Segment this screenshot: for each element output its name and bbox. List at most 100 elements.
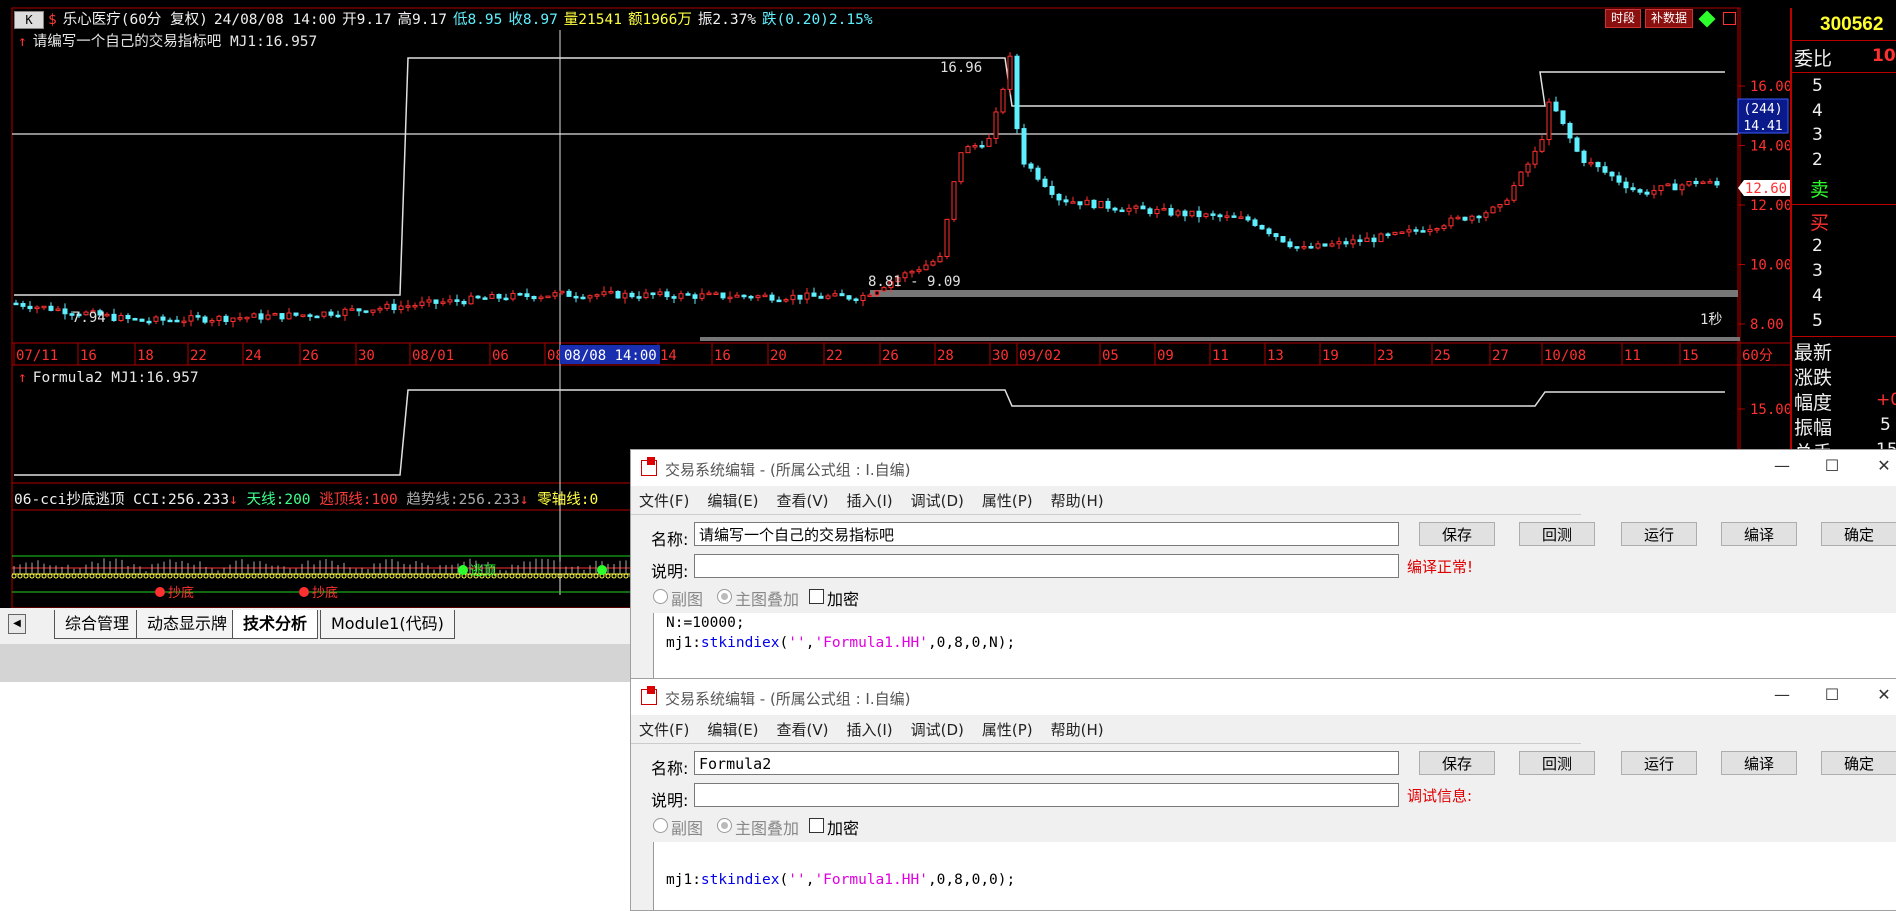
dialog-title-bar[interactable]: 交易系统编辑 - (所属公式组 : I.自编) — ☐ ✕: [631, 679, 1896, 715]
menu-properties[interactable]: 属性(P): [982, 492, 1033, 510]
range-value: +0: [1876, 390, 1896, 410]
k-period-button[interactable]: K: [14, 11, 44, 29]
code-editor[interactable]: mj1:stkindiex('','Formula1.HH',0,8,0,0);: [653, 842, 1896, 910]
menu-debug[interactable]: 调试(D): [911, 721, 964, 739]
cci-escape-line: 逃顶线:100: [319, 492, 398, 508]
candle-down: [636, 296, 642, 299]
menu-file[interactable]: 文件(F): [639, 492, 689, 510]
cci-dot: [275, 573, 281, 579]
tab-general[interactable]: 综合管理: [54, 610, 141, 639]
close-icon[interactable]: ✕: [1869, 685, 1896, 704]
ok-button[interactable]: 确定: [1821, 751, 1896, 775]
cursor-bar-index: (244): [1743, 102, 1782, 117]
desc-input[interactable]: [694, 783, 1399, 807]
time-tick-label: 26: [302, 348, 319, 364]
tab-dynamic-board[interactable]: 动态显示牌: [136, 610, 239, 639]
candle-up: [1392, 231, 1398, 235]
cci-dot: [587, 573, 593, 579]
candle-down: [692, 294, 698, 299]
cci-dot: [569, 573, 575, 579]
candle-down: [818, 295, 824, 299]
main-overlay-radio[interactable]: [717, 818, 732, 833]
menu-insert[interactable]: 插入(I): [847, 721, 893, 739]
candle-up: [944, 218, 950, 257]
candle-down: [356, 308, 362, 312]
menu-view[interactable]: 查看(V): [777, 721, 829, 739]
main-overlay-radio[interactable]: [717, 589, 732, 604]
maximize-icon[interactable]: ☐: [1817, 685, 1847, 704]
tab-scroll-left-icon[interactable]: ◀: [8, 614, 26, 634]
save-button[interactable]: 保存: [1419, 522, 1495, 546]
cci-dot: [515, 573, 521, 579]
menu-file[interactable]: 文件(F): [639, 721, 689, 739]
candle-down: [160, 316, 166, 321]
candle-up: [1007, 55, 1013, 90]
cci-dot: [449, 573, 455, 579]
candle-up: [552, 292, 558, 297]
price-tick-label: 12.00: [1750, 198, 1790, 214]
candle-up: [1084, 199, 1090, 206]
timeframe-button[interactable]: 时段: [1605, 9, 1642, 28]
menu-edit[interactable]: 编辑(E): [707, 492, 758, 510]
candle-up: [825, 295, 831, 299]
subchart-radio[interactable]: [653, 818, 668, 833]
menu-view[interactable]: 查看(V): [777, 492, 829, 510]
dialog-title-bar[interactable]: 交易系统编辑 - (所属公式组 : I.自编) — ☐ ✕: [631, 450, 1896, 486]
candle-down: [1168, 208, 1174, 216]
backtest-button[interactable]: 回测: [1519, 522, 1595, 546]
candle-up: [1511, 185, 1517, 201]
cci-dot: [35, 573, 41, 579]
menu-debug[interactable]: 调试(D): [911, 492, 964, 510]
candle-up: [678, 293, 684, 299]
supplement-data-button[interactable]: 补数据: [1645, 9, 1694, 28]
candle-up: [1679, 184, 1685, 191]
subchart-radio[interactable]: [653, 589, 668, 604]
cci-dot: [257, 573, 263, 579]
ask-level-5: 5: [1812, 76, 1823, 96]
menu-edit[interactable]: 编辑(E): [707, 721, 758, 739]
candle-up: [601, 291, 607, 296]
cci-bottom-signal: 抄底: [168, 585, 194, 601]
menu-properties[interactable]: 属性(P): [982, 721, 1033, 739]
name-input[interactable]: Formula2: [694, 751, 1399, 775]
name-input[interactable]: 请编写一个自己的交易指标吧: [694, 522, 1399, 546]
compile-button[interactable]: 编译: [1721, 751, 1797, 775]
maximize-icon[interactable]: ☐: [1817, 456, 1847, 475]
amplitude-label: 振幅: [1794, 417, 1833, 439]
cci-dot: [311, 573, 317, 579]
tab-module1[interactable]: Module1(代码): [320, 610, 455, 639]
candle-up: [986, 137, 992, 147]
close-icon[interactable]: ✕: [1869, 456, 1896, 475]
candle-up: [342, 308, 348, 316]
minimize-icon[interactable]: —: [1767, 456, 1797, 475]
cci-dot: [503, 573, 509, 579]
cci-dot: [173, 573, 179, 579]
candle-down: [650, 292, 656, 296]
ok-button[interactable]: 确定: [1821, 522, 1896, 546]
cci-dot: [65, 573, 71, 579]
save-button[interactable]: 保存: [1419, 751, 1495, 775]
cci-dot: [161, 573, 167, 579]
window-square-icon[interactable]: [1723, 12, 1737, 25]
encrypt-checkbox[interactable]: [809, 589, 824, 604]
desc-input[interactable]: [694, 554, 1399, 578]
mj1-step-line: [14, 57, 1725, 296]
encrypt-checkbox[interactable]: [809, 818, 824, 833]
compile-button[interactable]: 编译: [1721, 522, 1797, 546]
minimize-icon[interactable]: —: [1767, 685, 1797, 704]
code-line-1: N:=10000;: [666, 615, 745, 631]
menu-help[interactable]: 帮助(H): [1051, 721, 1104, 739]
backtest-button[interactable]: 回测: [1519, 751, 1595, 775]
run-button[interactable]: 运行: [1621, 751, 1697, 775]
encrypt-label: 加密: [827, 819, 860, 838]
green-diamond-icon[interactable]: [1698, 10, 1716, 27]
amplitude: 振2.37%: [697, 12, 757, 28]
candle-up: [1504, 199, 1510, 205]
candle-down: [839, 293, 845, 297]
menu-help[interactable]: 帮助(H): [1051, 492, 1104, 510]
run-button[interactable]: 运行: [1621, 522, 1697, 546]
tab-tech-analysis[interactable]: 技术分析: [232, 610, 319, 639]
menu-insert[interactable]: 插入(I): [847, 492, 893, 510]
candle-down: [1042, 178, 1048, 187]
code-editor[interactable]: N:=10000; mj1:stkindiex('','Formula1.HH'…: [653, 613, 1896, 682]
